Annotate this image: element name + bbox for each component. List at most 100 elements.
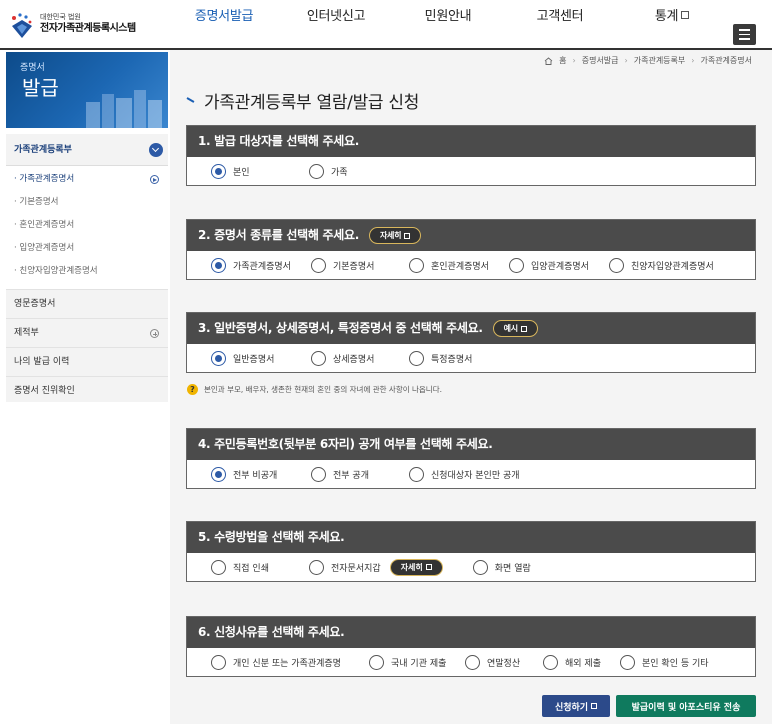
radio-icon[interactable] xyxy=(409,350,424,366)
option-label: 전부 비공개 xyxy=(233,470,278,481)
radio-option-all-hidden[interactable]: 전부 비공개 xyxy=(211,466,311,482)
sidebar-head-label: 가족관계등록부 xyxy=(14,145,72,155)
logo-subtitle: 대한민국 법원 xyxy=(40,13,81,21)
radio-option-identity[interactable]: 개인 신분 또는 가족관계증명 xyxy=(211,654,369,670)
radio-option-family-cert[interactable]: 가족관계증명서 xyxy=(211,257,311,273)
banner-big-text: 발급 xyxy=(22,76,59,100)
sidebar-subitem-full-adoption-cert[interactable]: · 친양자입양관계증명서 xyxy=(6,260,168,283)
radio-option-adoption-cert[interactable]: 입양관계증명서 xyxy=(509,257,609,273)
site-logo[interactable]: 대한민국 법원 전자가족관계등록시스템 xyxy=(8,12,136,40)
logo-title: 전자가족관계등록시스템 xyxy=(40,23,136,34)
sidebar-item-verify-cert[interactable]: 증명서 진위확인 xyxy=(6,376,168,405)
nav-customer-center[interactable]: 고객센터 xyxy=(504,0,616,48)
radio-option-other[interactable]: 본인 확인 등 기타 xyxy=(620,654,709,670)
nav-certificate-issue[interactable]: 증명서발급 xyxy=(168,0,280,48)
radio-option-all-public[interactable]: 전부 공개 xyxy=(311,466,409,482)
radio-option-self[interactable]: 본인 xyxy=(211,163,309,179)
sidebar-submenu: · 가족관계증명서 · 기본증명서 · 혼인관계증명서 · 입양관계증명서 · … xyxy=(6,166,168,289)
nav-civil-guide[interactable]: 민원안내 xyxy=(392,0,504,48)
details-button[interactable]: 자세히 xyxy=(368,227,422,244)
radio-icon[interactable] xyxy=(311,466,326,482)
page-title: 가족관계등록부 열람/발급 신청 xyxy=(186,88,419,113)
sidebar: 가족관계등록부 · 가족관계증명서 · 기본증명서 · 혼인관계증명서 · 입양… xyxy=(6,134,168,402)
subitem-label: · 기본증명서 xyxy=(14,197,59,207)
details-button[interactable]: 자세히 xyxy=(389,558,443,576)
radio-icon[interactable] xyxy=(543,654,558,670)
option-label: 가족 xyxy=(331,167,348,178)
button-label: 신청하기 xyxy=(554,702,589,713)
option-label: 국내 기관 제출 xyxy=(391,658,447,669)
sidebar-subitem-marriage-cert[interactable]: · 혼인관계증명서 xyxy=(6,214,168,237)
example-button[interactable]: 예시 xyxy=(492,320,538,337)
radio-icon[interactable] xyxy=(472,559,488,575)
radio-option-tax-settlement[interactable]: 연말정산 xyxy=(465,654,543,670)
sidebar-item-english-cert[interactable]: 영문증명서 xyxy=(6,289,168,318)
radio-option-screen-view[interactable]: 화면 열람 xyxy=(472,559,531,575)
section-header: 3. 일반증명서, 상세증명서, 특정증명서 중 선택해 주세요. 예시 xyxy=(187,313,755,344)
radio-icon[interactable] xyxy=(509,257,524,273)
nav-label: 증명서발급 xyxy=(194,9,254,24)
radio-icon[interactable] xyxy=(369,654,384,670)
option-label: 전부 공개 xyxy=(333,470,369,481)
apply-button[interactable]: 신청하기 xyxy=(542,695,610,717)
radio-option-marriage-cert[interactable]: 혼인관계증명서 xyxy=(409,257,509,273)
radio-option-specific-cert[interactable]: 특정증명서 xyxy=(409,350,472,366)
pill-label: 예시 xyxy=(503,324,518,333)
breadcrumb-item[interactable]: 증명서발급 xyxy=(582,55,619,66)
breadcrumb: 홈 › 증명서발급 › 가족관계등록부 › 가족관계증명서 xyxy=(544,55,752,66)
section-header: 6. 신청사유를 선택해 주세요. xyxy=(187,617,755,648)
radio-icon[interactable] xyxy=(211,559,226,575)
section-header: 4. 주민등록번호(뒷부분 6자리) 공개 여부를 선택해 주세요. xyxy=(187,429,755,460)
subitem-label: · 입양관계증명서 xyxy=(14,243,75,253)
breadcrumb-separator: › xyxy=(572,56,576,65)
sidebar-subitem-adoption-cert[interactable]: · 입양관계증명서 xyxy=(6,237,168,260)
radio-option-basic-cert[interactable]: 기본증명서 xyxy=(311,257,409,273)
issue-history-apostille-button[interactable]: 발급이력 및 아포스티유 전송 xyxy=(616,695,756,717)
radio-icon[interactable] xyxy=(409,466,424,482)
plus-icon xyxy=(150,329,159,338)
radio-option-domestic-agency[interactable]: 국내 기관 제출 xyxy=(369,654,465,670)
nav-statistics[interactable]: 통계 xyxy=(616,0,728,48)
radio-group: 가족관계증명서 기본증명서 혼인관계증명서 입양관계증명서 친양자입양관계증명서 xyxy=(187,251,755,279)
sidebar-subitem-basic-cert[interactable]: · 기본증명서 xyxy=(6,191,168,214)
radio-option-family[interactable]: 가족 xyxy=(309,163,348,179)
subitem-label: · 친양자입양관계증명서 xyxy=(14,266,98,276)
radio-icon[interactable] xyxy=(609,257,624,273)
pill-label: 자세히 xyxy=(400,562,423,572)
section-rrn-disclosure: 4. 주민등록번호(뒷부분 6자리) 공개 여부를 선택해 주세요. 전부 비공… xyxy=(186,428,756,489)
option-label: 혼인관계증명서 xyxy=(431,261,489,272)
radio-checked-icon[interactable] xyxy=(211,163,226,179)
radio-icon[interactable] xyxy=(311,350,326,366)
radio-option-full-adoption-cert[interactable]: 친양자입양관계증명서 xyxy=(609,257,714,273)
sidebar-item-label: 증명서 진위확인 xyxy=(14,386,75,396)
radio-checked-icon[interactable] xyxy=(211,257,226,273)
radio-option-detailed-cert[interactable]: 상세증명서 xyxy=(311,350,409,366)
radio-icon[interactable] xyxy=(409,257,424,273)
radio-checked-icon[interactable] xyxy=(211,466,226,482)
radio-icon[interactable] xyxy=(620,654,635,670)
radio-option-print[interactable]: 직접 인쇄 xyxy=(211,559,309,575)
radio-icon[interactable] xyxy=(309,559,324,575)
radio-option-e-wallet[interactable]: 전자문서지갑 xyxy=(309,559,381,575)
radio-icon[interactable] xyxy=(465,654,480,670)
section-title: 5. 수령방법을 선택해 주세요. xyxy=(198,530,345,544)
nav-label: 고객센터 xyxy=(536,9,584,24)
breadcrumb-item[interactable]: 가족관계등록부 xyxy=(634,55,686,66)
radio-icon[interactable] xyxy=(211,654,226,670)
radio-icon[interactable] xyxy=(309,163,324,179)
sidebar-item-family-register[interactable]: 가족관계등록부 xyxy=(6,134,168,166)
option-label: 전자문서지갑 xyxy=(331,563,381,574)
chevron-down-icon[interactable] xyxy=(149,143,163,157)
sidebar-subitem-family-cert[interactable]: · 가족관계증명서 xyxy=(6,168,168,191)
hamburger-menu-icon[interactable] xyxy=(733,24,756,45)
breadcrumb-home[interactable]: 홈 xyxy=(559,55,566,66)
sidebar-item-my-history[interactable]: 나의 발급 이력 xyxy=(6,347,168,376)
sidebar-item-removed-register[interactable]: 제적부 xyxy=(6,318,168,347)
radio-icon[interactable] xyxy=(311,257,326,273)
radio-checked-icon[interactable] xyxy=(211,350,226,366)
nav-online-report[interactable]: 인터넷신고 xyxy=(280,0,392,48)
radio-option-general-cert[interactable]: 일반증명서 xyxy=(211,350,311,366)
radio-option-overseas[interactable]: 해외 제출 xyxy=(543,654,620,670)
radio-option-self-only[interactable]: 신청대상자 본인만 공개 xyxy=(409,466,520,482)
sidebar-banner: 증명서 발급 xyxy=(6,52,168,128)
